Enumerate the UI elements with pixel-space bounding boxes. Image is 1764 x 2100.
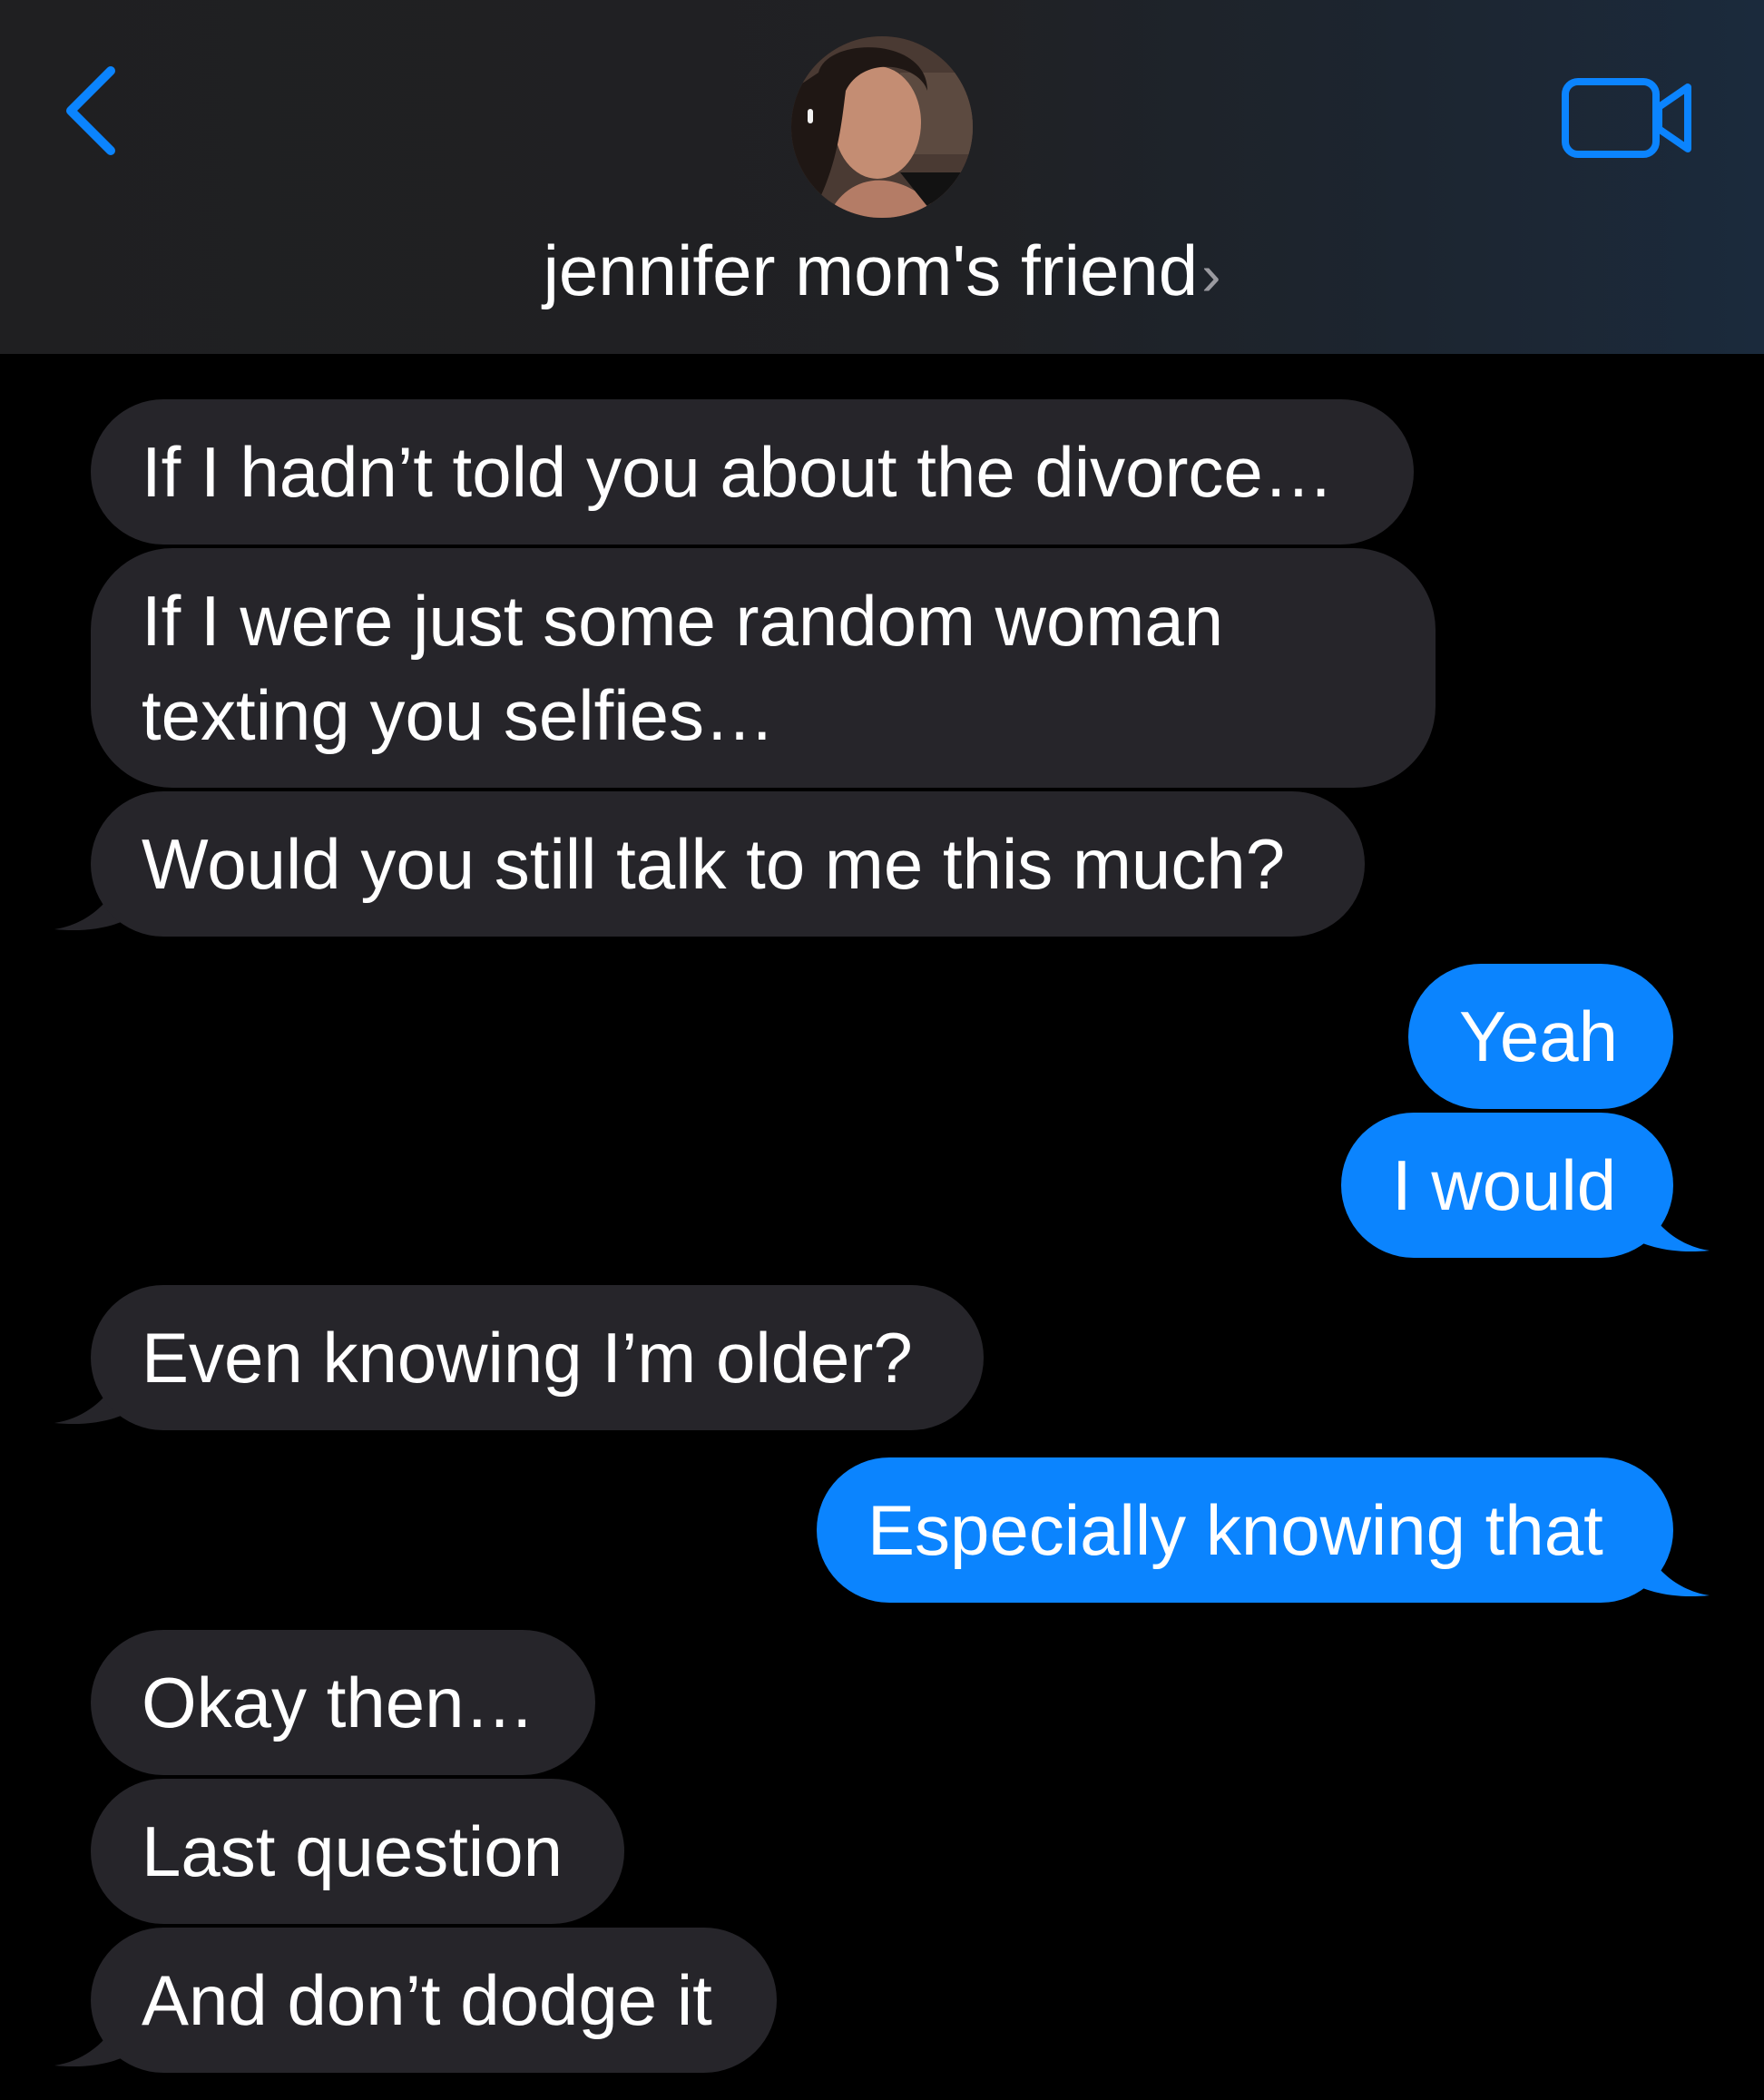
message-text-line: If I were just some random woman [142, 581, 1224, 661]
contact-avatar[interactable] [791, 36, 973, 218]
contact-name-button[interactable]: jennifer mom's friend› [0, 227, 1764, 319]
message-bubble-outgoing[interactable]: Yeah [1408, 964, 1673, 1109]
message-text: Last question [142, 1811, 564, 1891]
message-bubble-incoming[interactable]: Even knowing I’m older? [91, 1285, 984, 1430]
message-text: Even knowing I’m older? [142, 1318, 913, 1398]
facetime-video-button[interactable] [1561, 74, 1697, 162]
message-text: If I hadn’t told you about the divorce… [142, 432, 1334, 512]
message-bubble-incoming[interactable]: Okay then… [91, 1630, 595, 1775]
message-bubble-outgoing[interactable]: I would [1341, 1113, 1673, 1258]
contact-name: jennifer mom's friend [543, 231, 1199, 310]
message-text: I would [1392, 1145, 1617, 1225]
message-bubble-outgoing[interactable]: Especially knowing that [817, 1457, 1673, 1603]
message-text: Okay then… [142, 1663, 535, 1742]
message-text: Especially knowing that [867, 1490, 1603, 1570]
message-text: Yeah [1459, 996, 1619, 1076]
message-bubble-incoming[interactable]: Last question [91, 1779, 624, 1924]
message-bubble-incoming[interactable]: And don’t dodge it [91, 1928, 777, 2073]
message-text-line: texting you selfies… [142, 675, 776, 755]
message-text: And don’t dodge it [142, 1960, 712, 2040]
avatar-photo [791, 36, 973, 218]
video-camera-icon [1562, 78, 1691, 158]
back-button[interactable] [54, 56, 136, 165]
conversation-header: jennifer mom's friend› [0, 0, 1764, 354]
messages-screen: jennifer mom's friend› If I hadn’t told … [0, 0, 1764, 2100]
message-bubble-incoming[interactable]: Would you still talk to me this much? [91, 791, 1365, 937]
message-bubble-incoming[interactable]: If I hadn’t told you about the divorce… [91, 399, 1414, 545]
chevron-right-icon: › [1201, 242, 1221, 308]
chevron-left-icon [66, 66, 115, 155]
message-text: Would you still talk to me this much? [142, 824, 1286, 904]
message-bubble-incoming[interactable]: If I were just some random woman texting… [91, 548, 1436, 788]
